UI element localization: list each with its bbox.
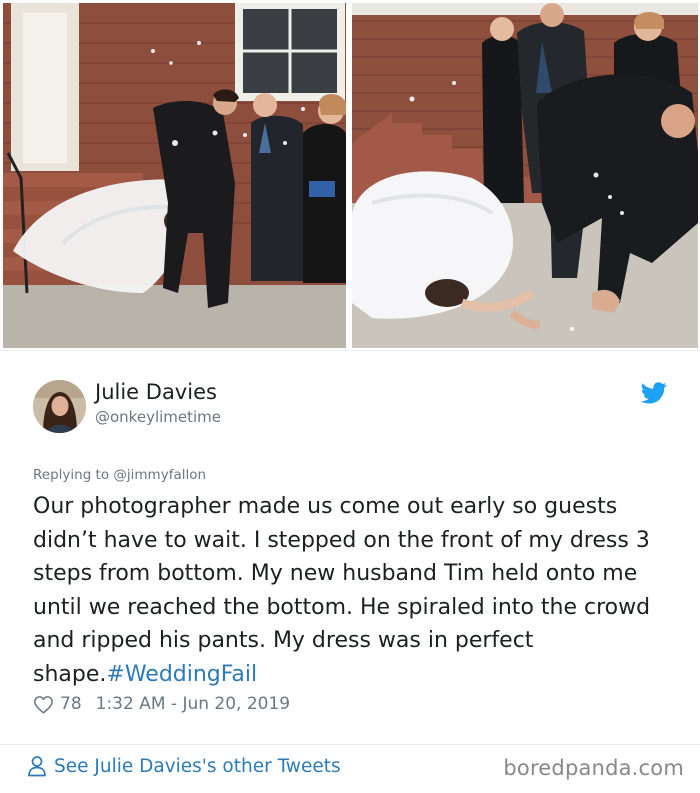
wedding-photo-right[interactable] [352,3,698,348]
see-other-tweets-link[interactable]: See Julie Davies's other Tweets [27,755,341,777]
photo-stairs-fall-image [3,3,346,348]
hashtag-link[interactable]: #WeddingFail [106,662,257,687]
reply-mention-link[interactable]: @jimmyfallon [113,467,206,483]
reply-prefix: Replying to [33,467,114,483]
boredpanda-watermark: boredpanda.com [503,756,684,780]
tweet-meta: 78 1:32 AM - Jun 20, 2019 [33,692,290,716]
tweet-timestamp[interactable]: 1:32 AM - Jun 20, 2019 [96,694,291,714]
see-other-tweets-label: See Julie Davies's other Tweets [54,755,341,777]
tweet-body: Our photographer made us come out early … [33,490,673,691]
person-icon [28,756,46,777]
photo-crawling-bride-image [352,3,698,348]
avatar[interactable] [33,380,86,433]
profile-photo-icon [33,380,86,433]
heart-icon[interactable] [33,695,54,714]
reply-context: Replying to @jimmyfallon [33,467,206,483]
tweet-body-text: Our photographer made us come out early … [33,494,651,687]
card-top-divider [0,350,700,351]
like-count: 78 [60,694,82,714]
photo-collage [0,0,700,350]
display-name[interactable]: Julie Davies [95,380,217,404]
embedded-tweet-card: Julie Davies @onkeylimetime Replying to … [0,350,700,793]
twitter-bird-icon[interactable] [641,382,667,404]
footer-divider [0,744,700,745]
wedding-photo-left[interactable] [3,3,346,348]
user-handle[interactable]: @onkeylimetime [95,408,221,426]
